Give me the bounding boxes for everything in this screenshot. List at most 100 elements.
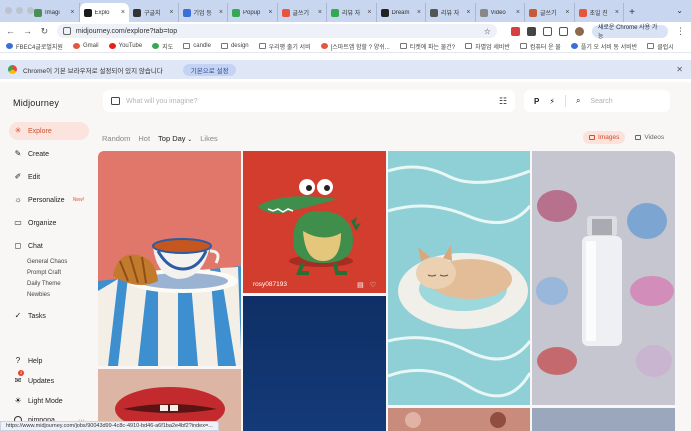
image-gallery: rosy087193 ▤ ♡: [98, 151, 675, 431]
browser-tab[interactable]: 기업 등 ×: [179, 3, 228, 22]
forward-icon[interactable]: →: [23, 26, 32, 36]
browser-tab[interactable]: 글쓰기 ×: [278, 3, 327, 22]
browser-tab[interactable]: Popup ×: [228, 3, 278, 22]
gallery-tile-tea[interactable]: [98, 151, 241, 366]
filter-likes[interactable]: Likes: [200, 134, 218, 143]
sidebar-item-organize[interactable]: ▭ Organize: [9, 214, 89, 232]
gallery-tile-pool-bottom[interactable]: [388, 408, 530, 431]
search-icon[interactable]: ⌕: [576, 96, 580, 106]
close-tab-icon[interactable]: ×: [615, 9, 619, 16]
close-tab-icon[interactable]: ×: [318, 9, 322, 16]
chrome-update-button[interactable]: 새로운 Chrome 사용 가능: [591, 24, 668, 40]
images-toggle[interactable]: Images: [583, 131, 626, 144]
personalize-p-icon[interactable]: P: [534, 97, 539, 106]
image-upload-icon[interactable]: [111, 97, 120, 105]
chat-room-item[interactable]: Newbies: [27, 290, 89, 301]
bookmark-item[interactable]: 티켓에 파는 물건?: [399, 42, 455, 51]
close-tab-icon[interactable]: ×: [417, 9, 421, 16]
sun-icon: ☀: [14, 396, 22, 405]
close-tab-icon[interactable]: ×: [367, 9, 371, 16]
sidebar-item-create[interactable]: ✎ Create: [9, 145, 89, 163]
gallery-tile-crocodile[interactable]: rosy087193 ▤ ♡: [243, 151, 386, 293]
chat-room-item[interactable]: Daily Theme: [27, 279, 89, 290]
tab-search-icon[interactable]: ⌄: [676, 6, 683, 15]
sidebar-item-updates[interactable]: ✉ Updates 3: [9, 370, 89, 390]
sidebar-item-edit[interactable]: ✐ Edit: [9, 168, 89, 186]
browser-tab[interactable]: 리뷰 자 ×: [426, 3, 476, 22]
close-tab-icon[interactable]: ×: [169, 9, 173, 16]
sidepanel-icon[interactable]: [558, 26, 568, 36]
gallery-tile-bottle[interactable]: [532, 151, 675, 405]
new-tab-button[interactable]: +: [624, 3, 640, 22]
bookmark-item[interactable]: YouTube: [108, 43, 142, 49]
sidebar-item-personalize[interactable]: ☼ Personalize New!: [9, 191, 89, 209]
filter-top-day[interactable]: Top Day: [158, 134, 192, 143]
close-tab-icon[interactable]: ×: [219, 9, 223, 16]
browser-tab[interactable]: 글쓰기 ×: [525, 3, 575, 22]
favicon-icon: [232, 8, 240, 17]
bookmark-item[interactable]: 클럽시: [647, 42, 674, 51]
bookmark-item[interactable]: [스마트앱 함할 ? 양쉬...: [320, 42, 390, 51]
browser-tab[interactable]: Imagi ×: [30, 3, 80, 22]
bookmark-label: [스마트앱 함할 ? 양쉬...: [330, 44, 390, 51]
close-tab-icon[interactable]: ×: [516, 9, 520, 16]
bookmark-item[interactable]: 컴퓨터 운 물: [519, 42, 561, 51]
personalize-icon: ☼: [14, 195, 22, 204]
bookmark-item[interactable]: 플기 오 서비 동 서비반: [570, 42, 637, 51]
set-default-button[interactable]: 기본으로 설정: [182, 63, 237, 76]
chat-room-item[interactable]: General Chaos: [27, 257, 89, 268]
sidebar-item-help[interactable]: ? Help: [9, 352, 89, 370]
close-tab-icon[interactable]: ×: [466, 9, 470, 16]
sidebar-item-chat[interactable]: ◻ Chat: [9, 237, 89, 255]
filter-hot[interactable]: Hot: [138, 134, 150, 143]
bookmark-item[interactable]: candle: [183, 43, 211, 49]
bookmark-item[interactable]: design: [220, 43, 249, 49]
close-tab-icon[interactable]: ×: [268, 9, 272, 16]
filter-random[interactable]: Random: [102, 134, 130, 143]
back-icon[interactable]: ←: [6, 26, 15, 36]
sidebar-item-explore[interactable]: ✳ Explore: [9, 122, 89, 140]
bookmark-star-icon[interactable]: ☆: [484, 27, 491, 36]
close-tab-icon[interactable]: ×: [565, 9, 569, 16]
browser-tab[interactable]: Explo ×: [79, 3, 129, 22]
extension-icon[interactable]: [510, 26, 520, 36]
tab-title: 리뷰 자: [441, 11, 460, 17]
bookmark-item[interactable]: 차별업 세비반: [465, 42, 510, 51]
sidebar-item-light-mode[interactable]: ☀ Light Mode: [9, 392, 89, 410]
browser-tab[interactable]: 리뷰 자 ×: [327, 3, 377, 22]
browser-tab[interactable]: 초일 진 ×: [575, 3, 624, 22]
creator-username[interactable]: rosy087193: [253, 281, 287, 288]
browser-tab[interactable]: Video ×: [476, 3, 525, 22]
heart-icon[interactable]: ♡: [370, 281, 376, 289]
bookmark-item[interactable]: FBEC4글로벌지원: [6, 42, 63, 51]
address-bar[interactable]: midjourney.com/explore?tab=top ☆: [56, 24, 497, 38]
gallery-tile-bottle-bottom[interactable]: [532, 408, 675, 431]
settings-sliders-icon[interactable]: ☷: [499, 96, 507, 107]
close-icon[interactable]: ✕: [676, 65, 683, 74]
close-tab-icon[interactable]: ×: [121, 9, 125, 16]
videos-toggle[interactable]: Videos: [629, 131, 670, 144]
site-info-icon[interactable]: [62, 27, 71, 35]
reload-icon[interactable]: ↻: [40, 26, 49, 37]
browser-tab[interactable]: 구글지 ×: [129, 3, 179, 22]
prompt-bar[interactable]: What will you imagine? ☷: [103, 90, 515, 112]
bolt-icon[interactable]: ⚡: [549, 97, 555, 106]
extension-icon[interactable]: [526, 26, 536, 36]
prompt-input[interactable]: What will you imagine?: [126, 98, 493, 105]
gallery-tile-cat[interactable]: [388, 151, 530, 405]
prompt-icon[interactable]: ▤: [357, 281, 364, 289]
bookmark-item[interactable]: Gmail: [72, 43, 99, 49]
chat-room-item[interactable]: Prompt Craft: [27, 268, 89, 279]
bookmark-item[interactable]: 지도: [152, 42, 173, 51]
bookmark-item[interactable]: 우리평 출기 서비: [258, 42, 311, 51]
sidebar-item-tasks[interactable]: ✓ Tasks: [9, 307, 89, 325]
logo[interactable]: Midjourney: [13, 98, 59, 108]
avatar[interactable]: [574, 26, 584, 36]
search-input[interactable]: Search: [590, 98, 612, 105]
extensions-row: [510, 26, 584, 36]
close-tab-icon[interactable]: ×: [70, 9, 74, 16]
browser-tab[interactable]: Dream ×: [377, 3, 426, 22]
gallery-tile-navy[interactable]: [243, 296, 386, 431]
extensions-puzzle-icon[interactable]: [542, 26, 552, 36]
chrome-menu-icon[interactable]: ⋮: [676, 26, 685, 37]
